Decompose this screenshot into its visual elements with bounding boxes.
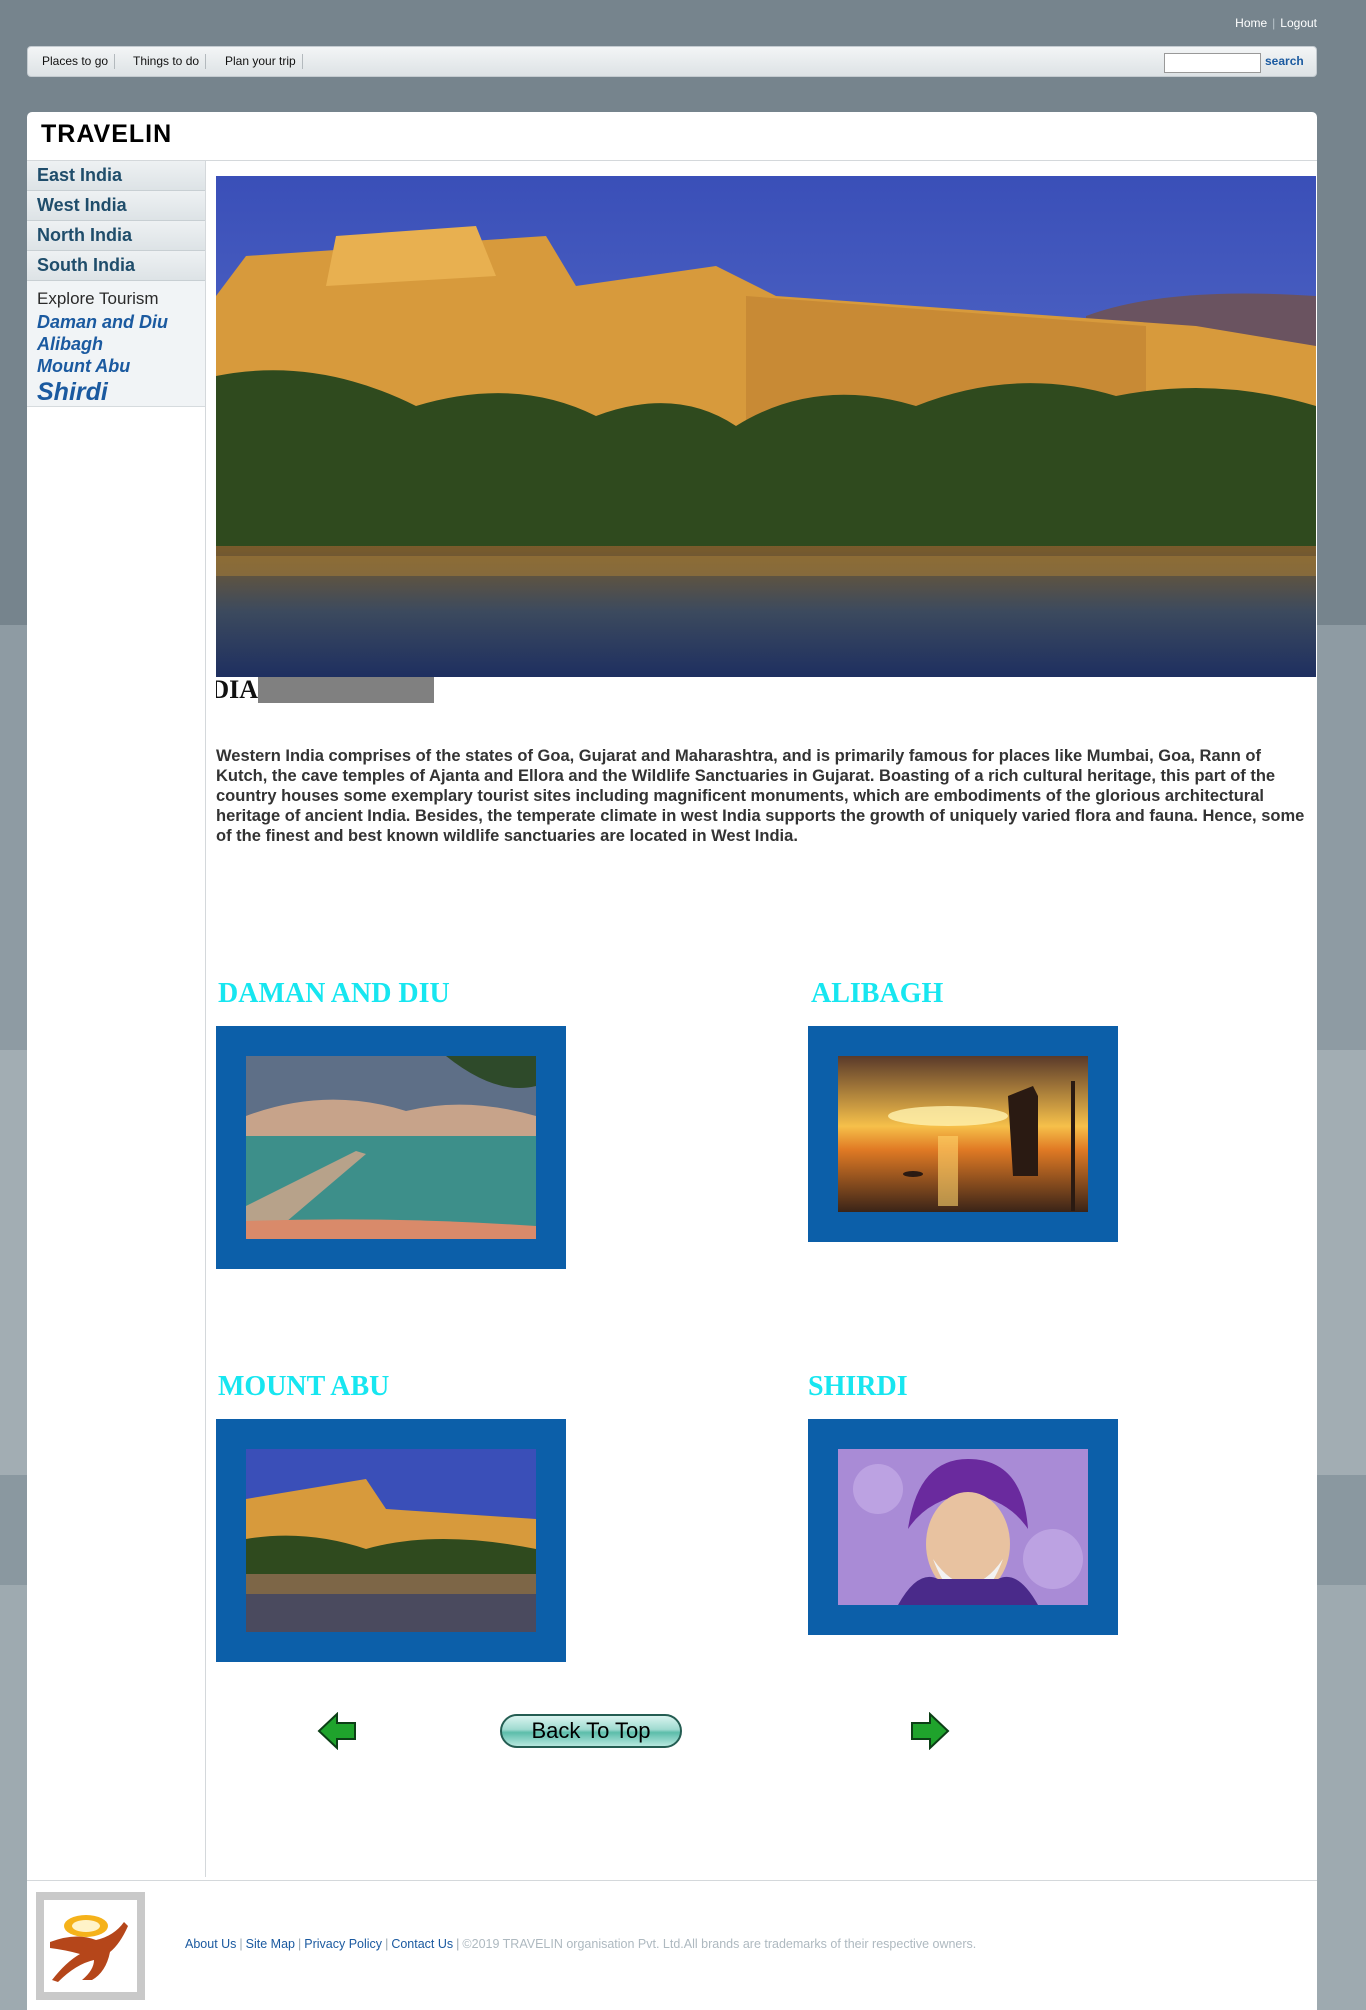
destination-title-mount-abu: MOUNT ABU <box>218 1371 390 1402</box>
explore-link-daman-and-diu[interactable]: Daman and Diu <box>37 311 205 333</box>
separator: | <box>1272 16 1276 30</box>
footer: About Us | Site Map | Privacy Policy | Contact… <box>185 1937 976 1951</box>
main-nav-bar: Places to go Things to do Plan your trip… <box>27 46 1317 77</box>
explore-link-shirdi[interactable]: Shirdi <box>37 377 205 407</box>
destination-title-daman-and-diu: DAMAN AND DIU <box>218 978 450 1009</box>
separator: | <box>385 1937 389 1951</box>
pier-sea-photo <box>246 1056 536 1239</box>
sai-baba-portrait <box>838 1449 1088 1605</box>
destination-title-shirdi: SHIRDI <box>808 1371 908 1402</box>
search-button[interactable]: search <box>1265 54 1304 68</box>
divider <box>27 1880 1317 1881</box>
nav-plan-your-trip[interactable]: Plan your trip <box>225 54 303 69</box>
sidebar-item-east-india[interactable]: East India <box>27 161 205 191</box>
previous-button[interactable] <box>317 1711 357 1755</box>
site-logo <box>36 1892 145 2000</box>
hero-image <box>216 176 1316 677</box>
hero-caption-bar <box>258 677 434 703</box>
back-to-top-button[interactable]: Back To Top <box>500 1714 682 1748</box>
footer-link-about-us[interactable]: About Us <box>185 1937 236 1951</box>
sidebar-item-west-india[interactable]: West India <box>27 191 205 221</box>
site-brand: TRAVELIN <box>41 120 173 148</box>
page-container: TRAVELIN East India West India North Ind… <box>27 112 1317 2010</box>
home-link[interactable]: Home <box>1235 16 1267 30</box>
separator: | <box>298 1937 302 1951</box>
sidebar-item-north-india[interactable]: North India <box>27 221 205 251</box>
copyright-text: ©2019 TRAVELIN organisation Pvt. Ltd.All… <box>462 1937 977 1951</box>
logout-link[interactable]: Logout <box>1280 16 1317 30</box>
right-arrow-icon <box>911 1711 950 1751</box>
separator: | <box>456 1937 460 1951</box>
lake-palace-photo <box>246 1449 536 1632</box>
footer-link-privacy-policy[interactable]: Privacy Policy <box>304 1937 382 1951</box>
separator: | <box>239 1937 243 1951</box>
hero-caption-text: WEST INDIA <box>216 677 258 703</box>
destination-card-mount-abu[interactable] <box>216 1419 566 1662</box>
divider <box>27 160 1317 161</box>
explore-title: Explore Tourism <box>37 289 159 308</box>
nav-things-to-do[interactable]: Things to do <box>133 54 207 69</box>
sidebar-item-south-india[interactable]: South India <box>27 251 205 281</box>
intro-paragraph: Western India comprises of the states of… <box>216 747 1305 845</box>
explore-link-mount-abu[interactable]: Mount Abu <box>37 355 205 377</box>
destination-card-shirdi[interactable] <box>808 1419 1118 1635</box>
next-button[interactable] <box>910 1711 950 1755</box>
sunset-lantern-photo <box>838 1056 1088 1212</box>
left-arrow-icon <box>317 1711 356 1751</box>
footer-link-site-map[interactable]: Site Map <box>246 1937 295 1951</box>
nav-places-to-go[interactable]: Places to go <box>42 54 116 69</box>
explore-link-alibagh[interactable]: Alibagh <box>37 333 205 355</box>
top-links: Home | Logout <box>1235 16 1317 30</box>
destination-card-daman-and-diu[interactable] <box>216 1026 566 1269</box>
explore-tourism-panel: Explore Tourism Daman and Diu Alibagh Mo… <box>27 281 205 407</box>
sidebar: East India West India North India South … <box>27 161 206 1877</box>
search-input[interactable] <box>1164 53 1261 73</box>
kangaroo-logo-icon <box>44 1900 137 1992</box>
footer-link-contact-us[interactable]: Contact Us <box>391 1937 453 1951</box>
destination-card-alibagh[interactable] <box>808 1026 1118 1242</box>
destination-title-alibagh: ALIBAGH <box>811 978 944 1009</box>
